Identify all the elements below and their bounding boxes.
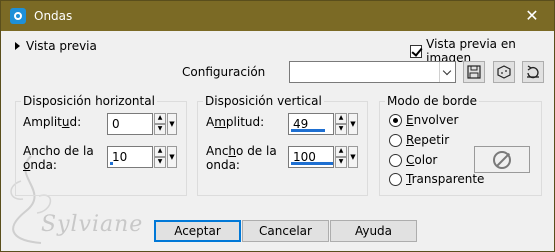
reset-icon [527,65,539,79]
slider-dropdown-icon[interactable]: ▼ [167,113,177,135]
disabled-icon [493,150,511,169]
preview-toggle-label: Vista previa [26,39,97,53]
radio-icon[interactable] [389,172,402,186]
horizontal-amplitude-label: Amplitud: [23,115,82,129]
spin-down-icon[interactable]: ▼ [335,124,347,135]
radio-icon[interactable] [389,153,402,167]
radio-envolver-label: Envolver [406,113,459,127]
config-label: Configuración [182,65,266,79]
horizontal-wavelength-label: Ancho de la onda: [23,144,94,172]
dice-icon [497,65,511,79]
spin-down-icon[interactable]: ▼ [154,124,166,135]
ok-button[interactable]: Aceptar [154,220,241,242]
cancel-button[interactable]: Cancelar [242,220,329,242]
radio-transparente[interactable]: Transparente [389,172,484,186]
reset-button[interactable] [522,61,544,83]
radio-selected-icon[interactable] [389,113,402,127]
config-select[interactable] [289,61,456,83]
slider-dropdown-icon[interactable]: ▼ [167,146,177,168]
vertical-wavelength-label: Ancho de la onda: [206,144,277,172]
vertical-amplitude-stepper[interactable]: 49 ▲ ▼ ▼ [288,113,358,135]
horizontal-group-title: Disposición horizontal [21,94,157,108]
close-icon[interactable]: ✕ [510,1,554,31]
slider-dropdown-icon[interactable]: ▼ [348,113,358,135]
app-icon [10,8,26,24]
save-config-button[interactable] [463,61,485,83]
vertical-wavelength-input[interactable]: 100 [288,146,334,168]
preview-toggle[interactable]: Vista previa [15,38,97,54]
expand-triangle-icon [15,42,20,50]
radio-repetir-label: Repetir [406,133,450,147]
color-swatch-button[interactable] [474,146,530,173]
radio-color[interactable]: Color [389,153,437,167]
radio-color-label: Color [406,153,438,167]
horizontal-amplitude-stepper[interactable]: 0 ▲ ▼ ▼ [107,113,177,135]
title-bar[interactable]: Ondas ✕ [1,1,554,31]
window-title: Ondas [34,9,73,23]
spin-up-icon[interactable]: ▲ [335,146,347,157]
vertical-wavelength-stepper[interactable]: 100 ▲ ▼ ▼ [288,146,358,168]
radio-transparente-label: Transparente [406,172,485,186]
radio-repetir[interactable]: Repetir [389,133,449,147]
radio-envolver[interactable]: Envolver [389,113,458,127]
checkbox-checked-icon[interactable] [410,44,423,58]
save-icon [467,65,481,79]
horizontal-wavelength-stepper[interactable]: 10 ▲ ▼ ▼ [107,146,177,168]
horizontal-wavelength-input[interactable]: 10 [107,146,153,168]
vertical-amplitude-input[interactable]: 49 [288,113,334,135]
randomize-button[interactable] [493,61,515,83]
vertical-amplitude-label: Amplitud: [206,115,265,129]
horizontal-amplitude-input[interactable]: 0 [107,113,153,135]
vertical-group-title: Disposición vertical [203,94,324,108]
watermark-signature: Sylviane [41,212,144,237]
spin-up-icon[interactable]: ▲ [335,113,347,124]
edge-mode-group-title: Modo de borde [385,94,479,108]
spin-up-icon[interactable]: ▲ [154,146,166,157]
spin-down-icon[interactable]: ▼ [154,157,166,168]
chevron-down-icon[interactable] [439,62,455,82]
radio-icon[interactable] [389,133,402,147]
dialog-window: Ondas ✕ Sylviane Vista previa Vista prev… [0,0,555,252]
dialog-body: Sylviane Vista previa Vista previa en im… [1,31,554,251]
slider-dropdown-icon[interactable]: ▼ [348,146,358,168]
spin-up-icon[interactable]: ▲ [154,113,166,124]
help-button[interactable]: Ayuda [330,220,417,242]
spin-down-icon[interactable]: ▼ [335,157,347,168]
